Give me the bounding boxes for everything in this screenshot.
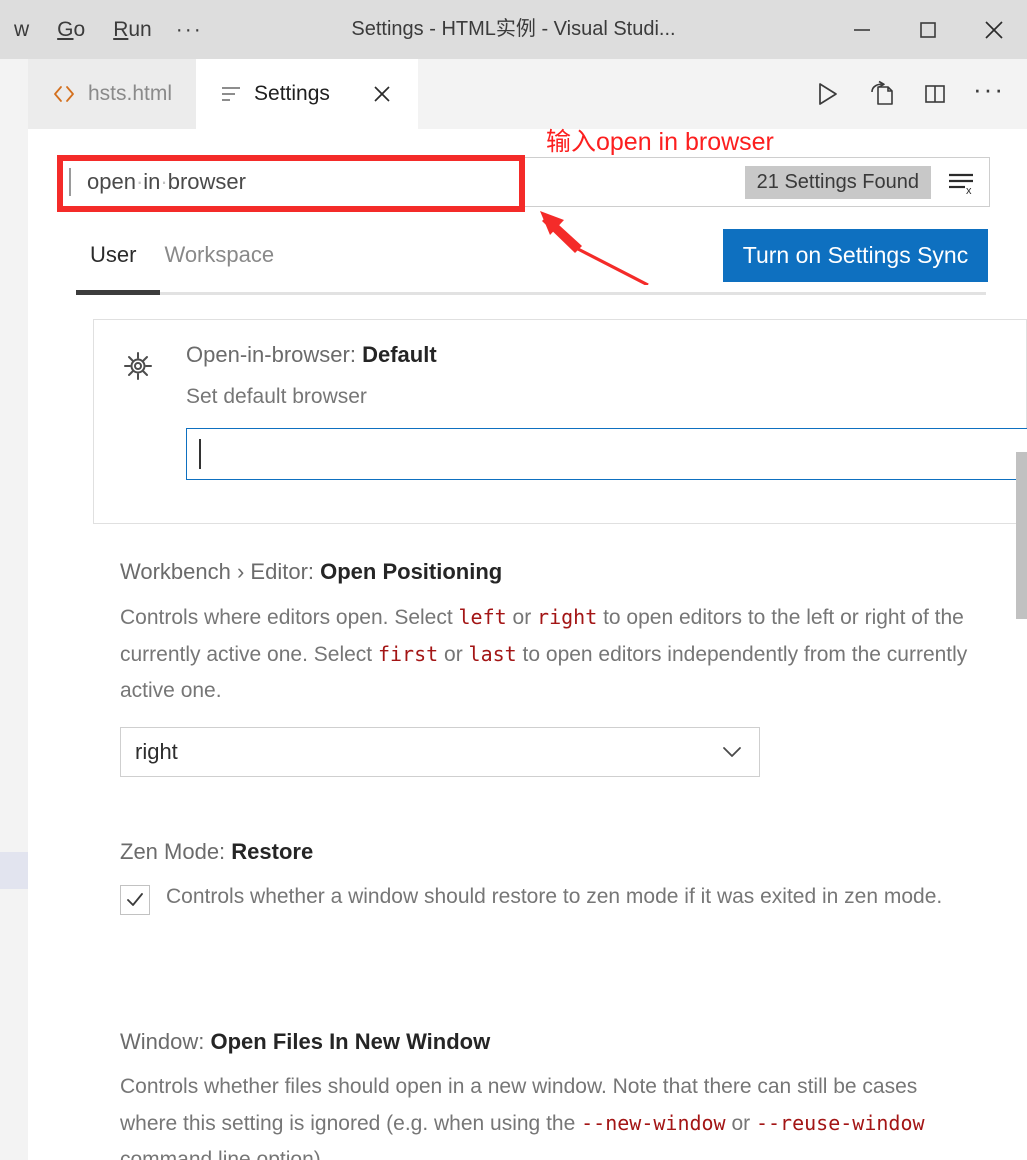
tab-label-settings: Settings <box>254 82 330 105</box>
gear-icon[interactable] <box>120 348 156 384</box>
settings-editor: open·in·browser 21 Settings Found x User… <box>28 129 1027 1160</box>
results-count-badge: 21 Settings Found <box>744 165 931 199</box>
setting-crumbs: Open-in-browser: <box>186 342 363 367</box>
search-input[interactable]: open·in·browser <box>87 169 246 195</box>
maximize-icon <box>920 21 936 38</box>
menu-overflow-button[interactable]: ··· <box>166 19 213 40</box>
desc-part: Controls where editors open. Select <box>120 606 459 629</box>
minimize-button[interactable] <box>829 0 895 59</box>
tab-close-button[interactable] <box>370 82 394 106</box>
menu-item-go-label: o <box>73 18 86 41</box>
desc-code-new-window: --new-window <box>581 1111 726 1135</box>
settings-scrollbar[interactable] <box>1016 452 1027 619</box>
setting-item-open-files-in-new-window[interactable]: Window: Open Files In New Window Control… <box>120 1029 1000 1160</box>
settings-list: Open-in-browser: Default Set default bro… <box>28 319 1027 1160</box>
annotation-label: 输入open in browser <box>546 128 774 156</box>
editor-actions: ··· <box>805 59 1027 129</box>
scope-tab-user[interactable]: User <box>76 242 150 282</box>
select-value: right <box>135 739 178 764</box>
more-actions-button[interactable]: ··· <box>967 72 1011 116</box>
search-token-3: browser <box>167 169 246 194</box>
search-whitespace-dot: · <box>160 169 168 194</box>
close-window-button[interactable] <box>961 0 1027 59</box>
html-file-icon <box>52 84 76 104</box>
settings-lines-icon <box>220 85 242 103</box>
ellipsis-icon: ··· <box>973 74 1005 104</box>
settings-search-row[interactable]: open·in·browser 21 Settings Found x <box>60 157 990 207</box>
minimap-selection-highlight <box>0 852 28 889</box>
desc-code-left: left <box>458 605 507 629</box>
setting-title-open-positioning: Workbench › Editor: Open Positioning <box>120 559 1000 585</box>
search-token-2: in <box>143 169 161 194</box>
setting-name: Open Positioning <box>320 559 503 584</box>
desc-code-reuse-window: --reuse-window <box>755 1111 925 1135</box>
tab-settings[interactable]: Settings <box>196 59 418 129</box>
text-input-caret <box>199 439 201 469</box>
close-icon <box>374 86 390 102</box>
activity-bar-strip <box>0 59 28 1160</box>
setting-checkbox-zen-mode-restore[interactable] <box>120 885 150 915</box>
setting-title-zen-mode-restore: Zen Mode: Restore <box>120 839 1000 865</box>
turn-on-settings-sync-button[interactable]: Turn on Settings Sync <box>723 229 988 282</box>
desc-code-last: last <box>468 642 517 666</box>
menu-item-go[interactable]: Go <box>43 15 99 44</box>
svg-text:x: x <box>966 185 972 196</box>
setting-checkbox-row-zen-mode[interactable]: Controls whether a window should restore… <box>120 879 1000 915</box>
split-editor-button[interactable] <box>913 72 957 116</box>
window-controls <box>829 0 1027 59</box>
maximize-button[interactable] <box>895 0 961 59</box>
open-preview-to-side-button[interactable] <box>859 72 903 116</box>
setting-name: Default <box>362 342 437 367</box>
scope-tab-active-indicator <box>76 290 160 295</box>
editor-tab-bar: hsts.html Settings ··· <box>28 59 1027 129</box>
search-row-right: 21 Settings Found x <box>744 164 989 200</box>
desc-code-right: right <box>537 605 598 629</box>
desc-code-first: first <box>377 642 439 666</box>
scope-tab-workspace[interactable]: Workspace <box>150 242 288 282</box>
desc-part: command line option) <box>120 1148 321 1160</box>
menu-item-run-mnemonic: R <box>113 18 129 41</box>
run-code-button[interactable] <box>805 72 849 116</box>
chevron-down-icon <box>719 743 745 761</box>
menu-item-view-label: w <box>14 18 30 41</box>
desc-part: or <box>438 643 469 666</box>
search-token-1: open <box>87 169 136 194</box>
setting-item-open-positioning[interactable]: Workbench › Editor: Open Positioning Con… <box>120 559 1000 777</box>
setting-crumbs: Workbench › Editor: <box>120 559 321 584</box>
desc-part: or <box>506 606 538 629</box>
menu-bar: w Go Run ··· <box>0 0 213 59</box>
split-editor-icon <box>925 85 945 103</box>
minimize-icon <box>854 28 870 31</box>
setting-title-open-files-in-new-window: Window: Open Files In New Window <box>120 1029 1000 1055</box>
close-icon <box>985 20 1003 39</box>
clear-filters-button[interactable]: x <box>941 164 981 200</box>
setting-item-open-in-browser-default[interactable]: Open-in-browser: Default Set default bro… <box>93 319 1027 524</box>
setting-name: Open Files In New Window <box>210 1029 491 1054</box>
setting-title-open-in-browser: Open-in-browser: Default <box>186 342 1027 368</box>
setting-crumbs: Zen Mode: <box>120 839 232 864</box>
tab-label-hsts-html: hsts.html <box>88 82 173 105</box>
title-bar: w Go Run ··· Settings - HTML实例 - Visual … <box>0 0 1027 59</box>
desc-part: or <box>725 1112 756 1135</box>
scope-tabs-divider <box>76 292 986 295</box>
setting-description-open-in-browser: Set default browser <box>186 385 367 408</box>
clear-filters-icon: x <box>949 173 973 196</box>
search-caret <box>69 168 71 196</box>
setting-text-input-open-in-browser[interactable] <box>186 428 1027 480</box>
menu-item-go-mnemonic: G <box>57 18 74 41</box>
menu-item-view[interactable]: w <box>0 15 43 44</box>
setting-description-zen-mode-restore: Controls whether a window should restore… <box>166 885 943 908</box>
setting-description-open-positioning: Controls where editors open. Select left… <box>120 599 1000 709</box>
setting-crumbs: Window: <box>120 1029 211 1054</box>
play-triangle-icon <box>819 83 837 105</box>
setting-select-open-positioning[interactable]: right <box>120 727 760 777</box>
setting-description-open-files-in-new-window: Controls whether files should open in a … <box>120 1069 965 1160</box>
checkmark-icon <box>127 893 143 906</box>
setting-item-zen-mode-restore[interactable]: Zen Mode: Restore Controls whether a win… <box>120 839 1000 915</box>
setting-name: Restore <box>231 839 314 864</box>
menu-item-run-label: un <box>128 18 152 41</box>
tab-hsts-html[interactable]: hsts.html <box>28 59 197 129</box>
open-to-side-icon <box>871 80 893 105</box>
menu-item-run[interactable]: Run <box>99 15 166 44</box>
